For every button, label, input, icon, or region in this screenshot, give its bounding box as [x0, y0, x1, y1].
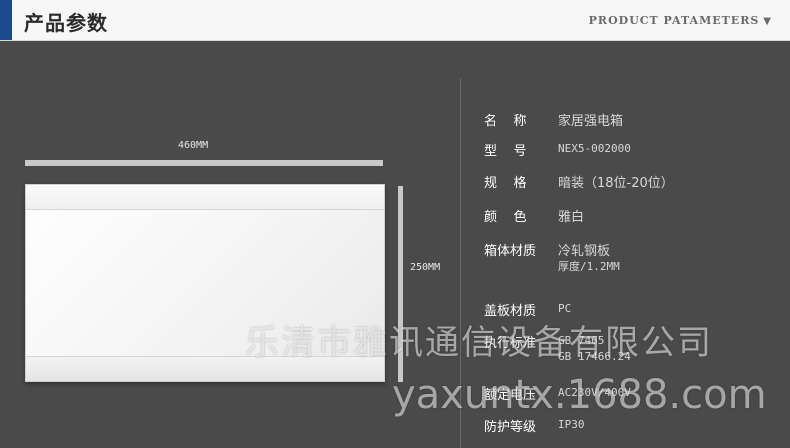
height-dimension-label: 250MM [410, 262, 441, 273]
spec-label: 名 称 [484, 114, 527, 129]
section-header: 产品参数 PRODUCT PATAMETERS ▼ [0, 0, 790, 41]
spec-value: 家居强电箱 [558, 114, 624, 129]
triangle-down-icon: ▼ [763, 16, 772, 27]
box-top-band [26, 185, 384, 210]
section-subtitle: PRODUCT PATAMETERS ▼ [589, 14, 772, 27]
spec-value-secondary: 厚度/1.2MM [558, 260, 620, 273]
spec-label: 箱体材质 [484, 244, 537, 259]
spec-label: 规 格 [484, 176, 527, 191]
section-title: 产品参数 [24, 11, 108, 35]
width-dimension-line [25, 160, 383, 166]
width-dimension-label: 460MM [178, 140, 209, 151]
spec-value: IP30 [558, 418, 585, 431]
spec-value: NEX5-002000 [558, 142, 631, 155]
spec-value: PC [558, 302, 572, 315]
spec-label: 颜 色 [484, 210, 527, 225]
spec-label: 型 号 [484, 144, 527, 159]
spec-value: 冷轧钢板 [558, 244, 611, 259]
spec-label: 防护等级 [484, 420, 537, 435]
section-subtitle-text: PRODUCT PATAMETERS [588, 14, 760, 27]
spec-value: 暗装（18位-20位） [558, 176, 674, 191]
header-accent-bar [0, 0, 12, 40]
watermark-url: yaxuntx.1688.com [392, 372, 767, 418]
spec-value: 雅白 [558, 210, 585, 225]
watermark-company-name: 乐清市雅讯通信设备有限公司 [245, 323, 713, 363]
